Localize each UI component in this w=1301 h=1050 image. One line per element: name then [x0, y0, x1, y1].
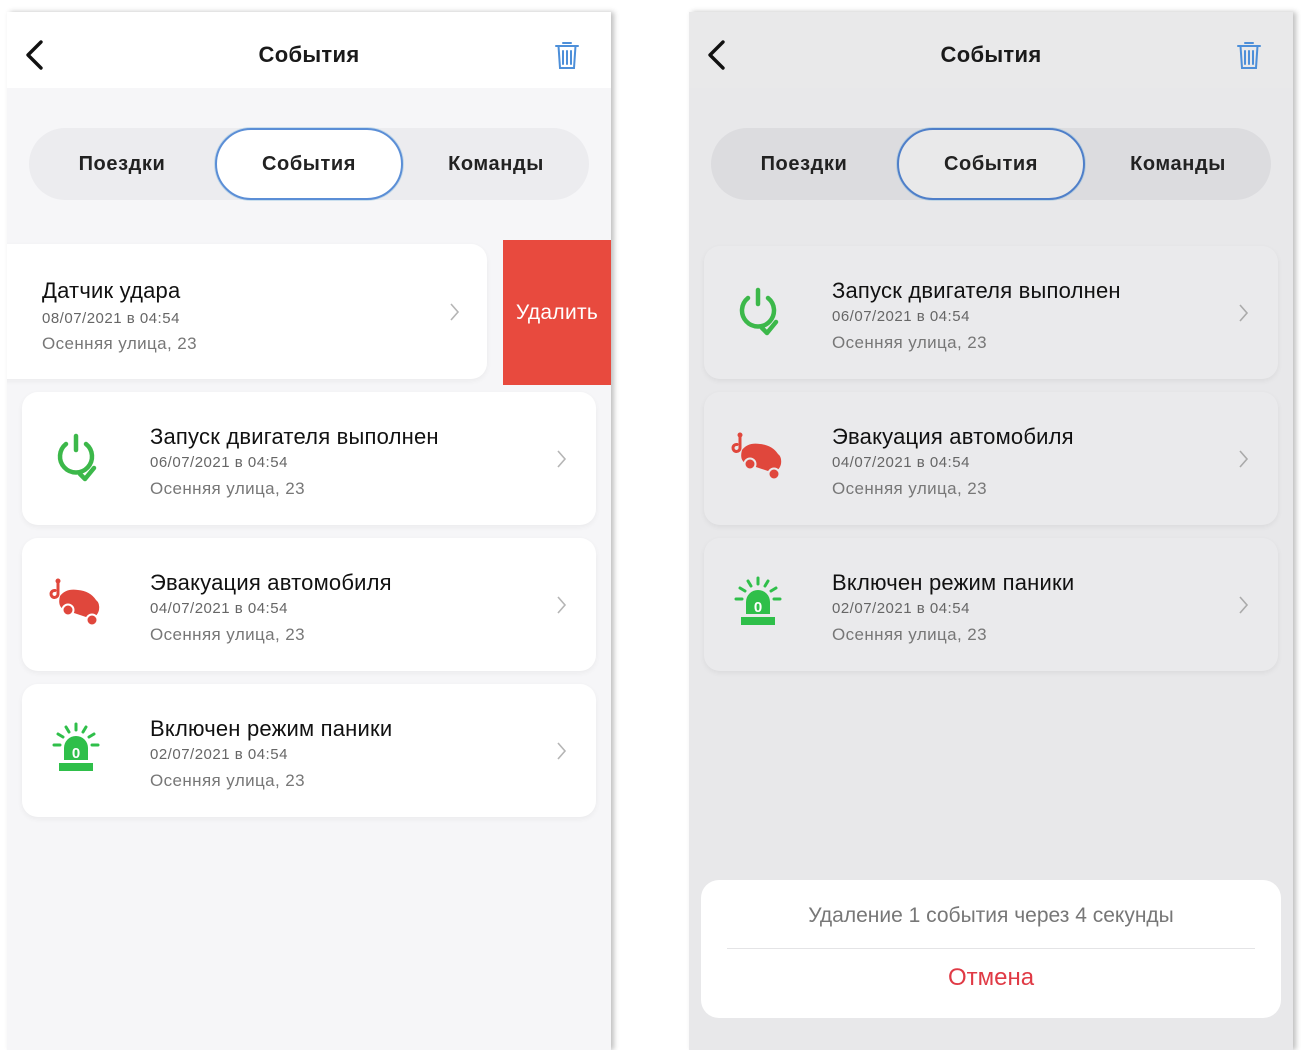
events-screen-swipe: События Поездки События Команды Датчик у…	[7, 12, 611, 1050]
event-date: 02/07/2021 в 04:54	[150, 746, 288, 763]
undo-countdown-text: Удаление 1 события через 4 секунды	[808, 904, 1174, 927]
event-address: Осенняя улица, 23	[832, 479, 987, 498]
event-date: 06/07/2021 в 04:54	[150, 454, 288, 471]
tab-commands[interactable]: Команды	[403, 128, 589, 200]
event-date: 08/07/2021 в 04:54	[42, 310, 180, 327]
event-title: Включен режим паники	[832, 570, 1075, 595]
undo-delete-toast: Удаление 1 события через 4 секунды Отмен…	[701, 880, 1281, 1018]
tow-truck-icon	[731, 432, 782, 481]
engine-start-icon	[57, 433, 97, 482]
panic-digit: 0	[72, 745, 80, 762]
tab-events[interactable]: События	[897, 128, 1085, 200]
nav-bar: События	[7, 12, 611, 88]
trash-icon[interactable]	[553, 38, 581, 72]
event-date: 06/07/2021 в 04:54	[832, 308, 970, 325]
page-title: События	[258, 42, 360, 67]
chevron-right-icon	[557, 596, 567, 614]
chevron-right-icon	[1239, 450, 1249, 468]
chevron-right-icon	[557, 450, 567, 468]
chevron-right-icon	[1239, 304, 1249, 322]
event-title: Запуск двигателя выполнен	[832, 278, 1121, 303]
tab-trips[interactable]: Поездки	[711, 128, 897, 200]
event-date: 04/07/2021 в 04:54	[832, 454, 970, 471]
event-title: Эвакуация автомобиля	[832, 424, 1074, 449]
events-screen-undo: События Поездки События Команды Запуск д…	[689, 12, 1293, 1050]
event-date: 02/07/2021 в 04:54	[832, 600, 970, 617]
event-address: Осенняя улица, 23	[832, 333, 987, 352]
event-address: Осенняя улица, 23	[150, 625, 305, 644]
nav-bar: События	[689, 12, 1293, 88]
panic-siren-icon: 0	[734, 576, 782, 625]
divider	[727, 948, 1255, 949]
event-card-swiped[interactable]: Датчик удара 08/07/2021 в 04:54 Осенняя …	[7, 244, 487, 379]
segmented-control: Поездки События Команды	[711, 128, 1271, 200]
tab-trips[interactable]: Поездки	[29, 128, 215, 200]
event-card[interactable]: Эвакуация автомобиля 04/07/2021 в 04:54 …	[22, 538, 596, 671]
segmented-control: Поездки События Команды	[29, 128, 589, 200]
event-title: Запуск двигателя выполнен	[150, 424, 439, 449]
chevron-right-icon	[557, 742, 567, 760]
engine-start-icon	[739, 287, 779, 336]
event-address: Осенняя улица, 23	[150, 771, 305, 790]
event-address: Осенняя улица, 23	[42, 334, 197, 353]
event-title: Эвакуация автомобиля	[150, 570, 392, 595]
cancel-delete-button[interactable]: Отмена	[701, 964, 1281, 1004]
event-date: 04/07/2021 в 04:54	[150, 600, 288, 617]
event-card[interactable]: Запуск двигателя выполнен 06/07/2021 в 0…	[22, 392, 596, 525]
trash-icon[interactable]	[1235, 38, 1263, 72]
event-card[interactable]: 0 Включен режим паники 02/07/2021 в 04:5…	[22, 684, 596, 817]
panic-digit: 0	[754, 599, 762, 616]
event-address: Осенняя улица, 23	[832, 625, 987, 644]
event-card[interactable]: Эвакуация автомобиля 04/07/2021 в 04:54 …	[704, 392, 1278, 525]
page-title: События	[940, 42, 1042, 67]
event-card[interactable]: 0 Включен режим паники 02/07/2021 в 04:5…	[704, 538, 1278, 671]
delete-swipe-button[interactable]: Удалить	[503, 240, 611, 385]
chevron-right-icon	[1239, 596, 1249, 614]
event-card[interactable]: Запуск двигателя выполнен 06/07/2021 в 0…	[704, 246, 1278, 379]
event-address: Осенняя улица, 23	[150, 479, 305, 498]
chevron-right-icon	[450, 303, 460, 321]
tow-truck-icon	[49, 578, 100, 627]
tab-commands[interactable]: Команды	[1085, 128, 1271, 200]
event-title: Датчик удара	[42, 278, 181, 303]
panic-siren-icon: 0	[52, 722, 100, 771]
tab-events[interactable]: События	[215, 128, 403, 200]
event-title: Включен режим паники	[150, 716, 393, 741]
